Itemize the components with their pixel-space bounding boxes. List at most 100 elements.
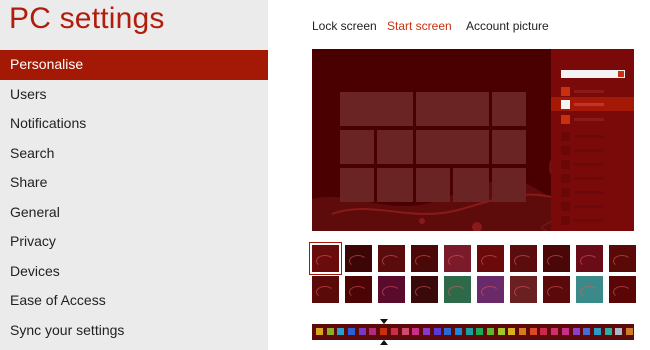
accent-color-swatch[interactable] bbox=[476, 328, 484, 335]
accent-color-swatch[interactable] bbox=[390, 328, 398, 335]
background-pattern-option[interactable] bbox=[345, 276, 372, 303]
pattern-swirl bbox=[382, 255, 400, 267]
pattern-swirl bbox=[613, 255, 631, 267]
background-pattern-option[interactable] bbox=[543, 276, 570, 303]
accent-color-swatch[interactable] bbox=[615, 328, 623, 335]
accent-color-swatch[interactable] bbox=[369, 328, 377, 335]
navigation-pane: PC settings Personalise Users Notification… bbox=[0, 0, 268, 350]
background-pattern-option[interactable] bbox=[543, 245, 570, 272]
background-pattern-option[interactable] bbox=[444, 276, 471, 303]
preview-tiles bbox=[340, 92, 526, 202]
accent-color-swatch[interactable] bbox=[561, 328, 569, 335]
pattern-swirl bbox=[415, 286, 433, 298]
accent-color-swatch[interactable] bbox=[444, 328, 452, 335]
settings-nav: Personalise Users Notifications Search Share… bbox=[0, 50, 268, 345]
accent-color-swatch[interactable] bbox=[337, 328, 345, 335]
accent-color-swatch[interactable] bbox=[529, 328, 537, 335]
preview-tile bbox=[377, 130, 413, 164]
accent-color-swatch[interactable] bbox=[519, 328, 527, 335]
preview-tile bbox=[492, 168, 526, 202]
tab-lock-screen[interactable]: Lock screen bbox=[312, 19, 377, 33]
nav-item-general[interactable]: General bbox=[0, 198, 268, 228]
background-pattern-option[interactable] bbox=[444, 245, 471, 272]
accent-color-swatch[interactable] bbox=[422, 328, 430, 335]
color-marker-arrow-down-icon bbox=[379, 319, 388, 324]
pattern-swirl bbox=[547, 286, 565, 298]
background-pattern-option[interactable] bbox=[609, 245, 636, 272]
accent-color-swatch[interactable] bbox=[401, 328, 409, 335]
preview-tile bbox=[492, 130, 526, 164]
preview-tile bbox=[453, 168, 489, 202]
tab-account-picture[interactable]: Account picture bbox=[466, 19, 549, 33]
accent-color-swatch[interactable] bbox=[604, 328, 612, 335]
accent-color-swatch[interactable] bbox=[465, 328, 473, 335]
nav-item-search[interactable]: Search bbox=[0, 139, 268, 169]
accent-color-swatch[interactable] bbox=[593, 328, 601, 335]
page-title: PC settings bbox=[9, 2, 165, 35]
preview-illustration bbox=[312, 49, 634, 231]
pattern-swirl bbox=[448, 286, 466, 298]
preview-panel-search bbox=[561, 70, 625, 78]
pattern-swirl bbox=[349, 255, 367, 267]
accent-color-swatch[interactable] bbox=[626, 328, 633, 335]
tab-start-screen[interactable]: Start screen bbox=[387, 19, 452, 33]
pattern-swirl bbox=[580, 286, 598, 298]
nav-item-personalise[interactable]: Personalise bbox=[0, 50, 268, 80]
nav-item-privacy[interactable]: Privacy bbox=[0, 227, 268, 257]
accent-color-swatch[interactable] bbox=[551, 328, 559, 335]
start-screen-preview bbox=[312, 49, 634, 231]
nav-item-share[interactable]: Share bbox=[0, 168, 268, 198]
preview-tile bbox=[416, 130, 489, 164]
background-pattern-option[interactable] bbox=[411, 245, 438, 272]
pattern-swirl bbox=[481, 255, 499, 267]
accent-color-swatch[interactable] bbox=[358, 328, 366, 335]
accent-color-swatch[interactable] bbox=[572, 328, 580, 335]
accent-color-swatch[interactable] bbox=[380, 328, 388, 335]
preview-tile bbox=[492, 92, 526, 126]
accent-color-swatch[interactable] bbox=[326, 328, 334, 335]
nav-item-notifications[interactable]: Notifications bbox=[0, 109, 268, 139]
background-pattern-option[interactable] bbox=[378, 276, 405, 303]
background-pattern-grid bbox=[310, 243, 636, 305]
nav-item-sync-your-settings[interactable]: Sync your settings bbox=[0, 316, 268, 346]
accent-color-swatch[interactable] bbox=[316, 328, 323, 335]
nav-item-ease-of-access[interactable]: Ease of Access bbox=[0, 286, 268, 316]
accent-color-swatch[interactable] bbox=[583, 328, 591, 335]
preview-tile bbox=[340, 130, 374, 164]
background-pattern-option[interactable] bbox=[312, 276, 339, 303]
background-pattern-option[interactable] bbox=[510, 245, 537, 272]
accent-color-swatch[interactable] bbox=[454, 328, 462, 335]
accent-color-swatch[interactable] bbox=[433, 328, 441, 335]
accent-color-swatch[interactable] bbox=[412, 328, 420, 335]
background-pattern-option[interactable] bbox=[477, 245, 504, 272]
nav-item-users[interactable]: Users bbox=[0, 80, 268, 110]
accent-color-swatch[interactable] bbox=[540, 328, 548, 335]
pattern-swirl bbox=[547, 255, 565, 267]
background-pattern-option[interactable] bbox=[510, 276, 537, 303]
accent-color-swatch[interactable] bbox=[497, 328, 505, 335]
pattern-swirl bbox=[382, 286, 400, 298]
background-pattern-option[interactable] bbox=[378, 245, 405, 272]
pattern-swirl bbox=[316, 255, 334, 267]
background-pattern-option[interactable] bbox=[477, 276, 504, 303]
background-pattern-option[interactable] bbox=[609, 276, 636, 303]
background-pattern-option[interactable] bbox=[310, 243, 341, 274]
accent-color-swatch[interactable] bbox=[508, 328, 516, 335]
background-pattern-option[interactable] bbox=[576, 245, 603, 272]
accent-color-strip bbox=[312, 324, 634, 340]
preview-tile bbox=[340, 168, 374, 202]
accent-color-swatch[interactable] bbox=[348, 328, 356, 335]
preview-tile bbox=[340, 92, 413, 126]
pattern-swirl bbox=[448, 255, 466, 267]
background-pattern-option[interactable] bbox=[576, 276, 603, 303]
pattern-swirl bbox=[580, 255, 598, 267]
nav-item-devices[interactable]: Devices bbox=[0, 257, 268, 287]
preview-tile bbox=[416, 92, 489, 126]
pattern-swirl bbox=[514, 255, 532, 267]
pattern-swirl bbox=[613, 286, 631, 298]
preview-tile bbox=[416, 168, 450, 202]
preview-tile bbox=[377, 168, 413, 202]
accent-color-swatch[interactable] bbox=[487, 328, 495, 335]
background-pattern-option[interactable] bbox=[345, 245, 372, 272]
background-pattern-option[interactable] bbox=[411, 276, 438, 303]
